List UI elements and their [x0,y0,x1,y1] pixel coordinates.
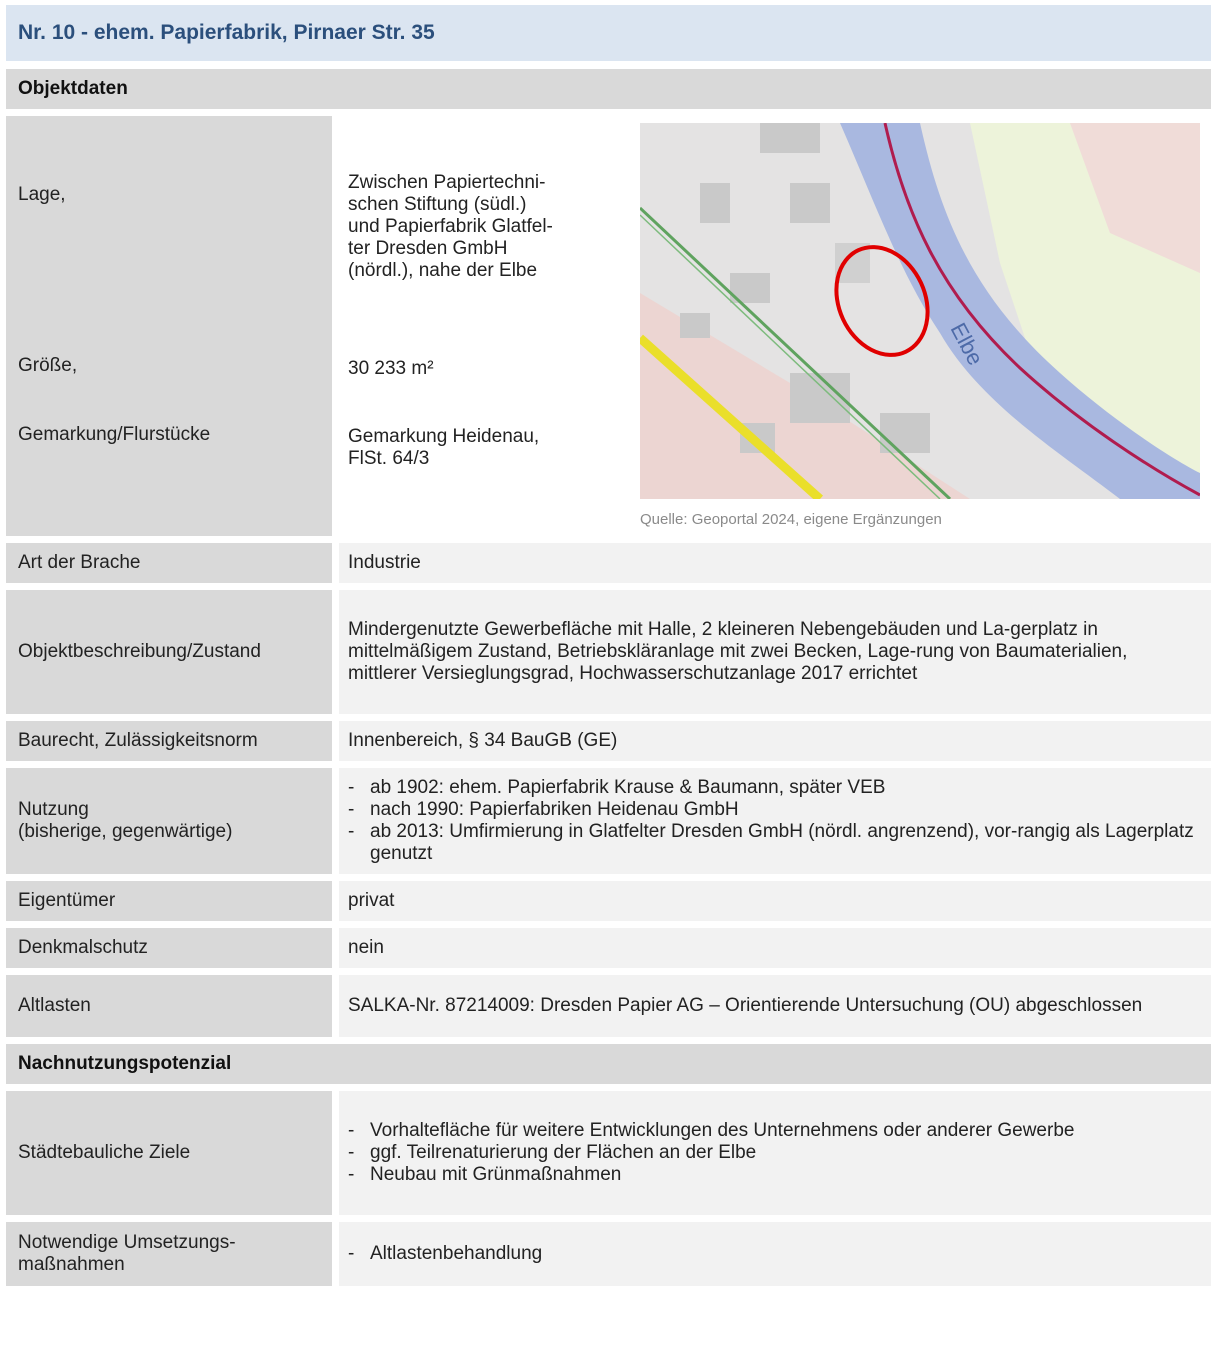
value-gemarkung-line: FlSt. 64/3 [348,448,430,469]
list-item: nach 1990: Papierfabriken Heidenau GmbH [348,799,1201,821]
section-heading-nachnutzung: Nachnutzungspotenzial [6,1044,1211,1084]
list-item: ggf. Teilrenaturierung der Flächen an de… [348,1142,1201,1164]
nutzung-list: ab 1902: ehem. Papierfabrik Krause & Bau… [348,777,1201,865]
objektdaten-values: Zwischen Papiertechni- schen Stiftung (s… [339,116,1211,536]
row-denkmalschutz: Denkmalschutz nein [6,928,1211,968]
ziele-list: Vorhaltefläche für weitere Entwicklungen… [348,1120,1201,1186]
row-label: Altlasten [6,975,332,1037]
row-value: Industrie [339,543,1211,583]
row-umsetzungsmassnahmen: Notwendige Umsetzungs-maßnahmen Altlaste… [6,1222,1211,1286]
brachen-datenblatt: Nr. 10 - ehem. Papierfabrik, Pirnaer Str… [6,5,1211,1293]
value-groesse: 30 233 m² [348,358,434,379]
row-value: SALKA-Nr. 87214009: Dresden Papier AG – … [339,975,1211,1037]
row-value: Innenbereich, § 34 BauGB (GE) [339,721,1211,761]
value-lage-line: Zwischen Papiertechni- [348,172,546,193]
row-label: Eigentümer [6,881,332,921]
row-baurecht: Baurecht, Zulässigkeitsnorm Innenbereich… [6,721,1211,761]
label-gemarkung: Gemarkung/Flurstücke [18,424,211,445]
objektdaten-labels: Lage, Größe, Gemarkung/Flurstücke [6,116,332,536]
value-gemarkung-line: Gemarkung Heidenau, [348,426,540,447]
massnahmen-list: Altlastenbehandlung [348,1243,1201,1265]
row-eigentuemer: Eigentümer privat [6,881,1211,921]
row-objektbeschreibung: Objektbeschreibung/Zustand Mindergenutzt… [6,590,1211,714]
row-label-line: Nutzung [18,799,89,820]
list-item: Altlastenbehandlung [348,1243,1201,1265]
site-map: Elbe [640,123,1200,499]
list-item: ab 2013: Umfirmierung in Glatfelter Dres… [348,821,1201,865]
building [790,183,830,223]
objektdaten-block: Lage, Größe, Gemarkung/Flurstücke Zwisch… [6,116,1211,536]
row-nutzung: Nutzung (bisherige, gegenwärtige) ab 190… [6,768,1211,874]
row-value: Altlastenbehandlung [339,1222,1211,1286]
row-label: Denkmalschutz [6,928,332,968]
row-label-line: (bisherige, gegenwärtige) [18,821,233,842]
row-art-der-brache: Art der Brache Industrie [6,543,1211,583]
row-label: Nutzung (bisherige, gegenwärtige) [6,768,332,874]
building [680,313,710,338]
row-altlasten: Altlasten SALKA-Nr. 87214009: Dresden Pa… [6,975,1211,1037]
row-value: nein [339,928,1211,968]
list-item: ab 1902: ehem. Papierfabrik Krause & Bau… [348,777,1201,799]
row-label: Objektbeschreibung/Zustand [6,590,332,714]
row-staedtebauliche-ziele: Städtebauliche Ziele Vorhaltefläche für … [6,1091,1211,1215]
value-lage-line: schen Stiftung (südl.) [348,194,527,215]
label-lage: Lage, [18,184,66,205]
building [880,413,930,453]
row-label: Städtebauliche Ziele [6,1091,332,1215]
row-label: Baurecht, Zulässigkeitsnorm [6,721,332,761]
value-lage-line: und Papierfabrik Glatfel- [348,216,553,237]
row-label: Art der Brache [6,543,332,583]
building [700,183,730,223]
value-gemarkung: Gemarkung Heidenau, FlSt. 64/3 [348,426,608,470]
row-value: ab 1902: ehem. Papierfabrik Krause & Bau… [339,768,1211,874]
list-item: Neubau mit Grünmaßnahmen [348,1164,1201,1186]
value-lage-line: ter Dresden GmbH [348,238,508,259]
building [760,123,820,153]
map-graphic: Elbe [640,123,1200,499]
section-heading-objektdaten: Objektdaten [6,69,1211,109]
list-item: Vorhaltefläche für weitere Entwicklungen… [348,1120,1201,1142]
value-lage-line: (nördl.), nahe der Elbe [348,260,538,281]
row-label: Notwendige Umsetzungs-maßnahmen [6,1222,332,1286]
row-value: Mindergenutzte Gewerbefläche mit Halle, … [339,590,1211,714]
map-caption: Quelle: Geoportal 2024, eigene Ergänzung… [640,511,942,528]
page-title: Nr. 10 - ehem. Papierfabrik, Pirnaer Str… [6,5,1211,61]
label-groesse: Größe, [18,355,78,376]
row-value: Vorhaltefläche für weitere Entwicklungen… [339,1091,1211,1215]
row-value: privat [339,881,1211,921]
value-lage: Zwischen Papiertechni- schen Stiftung (s… [348,172,608,282]
